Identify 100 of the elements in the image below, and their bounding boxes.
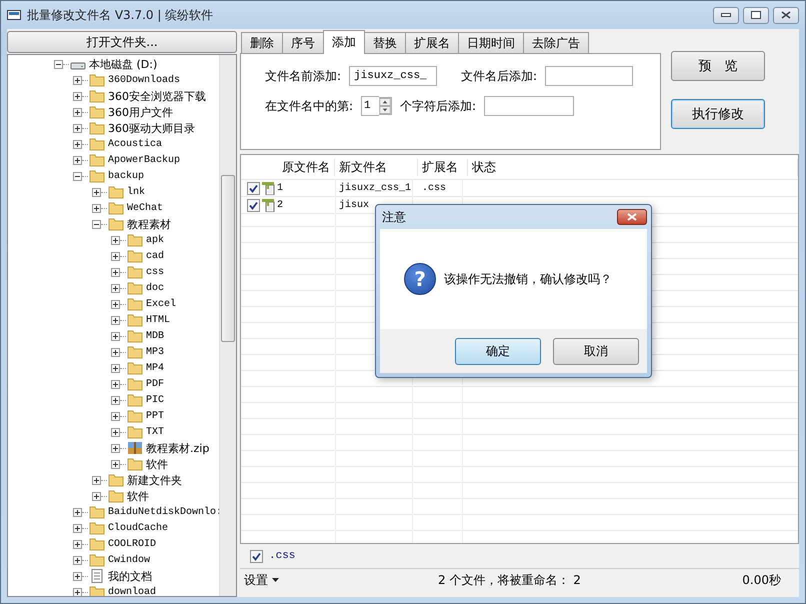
folder-icon [89, 537, 105, 551]
tree-item[interactable]: 新建文件夹 [127, 472, 182, 488]
collapse-icon[interactable] [92, 220, 101, 228]
expand-icon[interactable] [92, 492, 101, 500]
tree-item[interactable]: 360安全浏览器下载 [108, 88, 206, 104]
expand-icon[interactable] [111, 348, 120, 356]
action-button[interactable]: 执行修改 [671, 99, 765, 129]
settings-menu[interactable]: 设置 [244, 572, 279, 588]
tree-item[interactable]: CloudCache [108, 522, 168, 534]
expand-icon[interactable] [111, 300, 120, 308]
expand-icon[interactable] [111, 236, 120, 244]
expand-icon[interactable] [92, 188, 101, 196]
tree-item[interactable]: Cwindow [108, 554, 150, 566]
action-button[interactable]: 预 览 [671, 51, 765, 81]
insert-field[interactable] [484, 96, 574, 116]
expand-icon[interactable] [73, 588, 82, 596]
expand-icon[interactable] [111, 412, 120, 420]
checkbox[interactable] [247, 182, 260, 194]
maximize-button[interactable] [743, 6, 769, 24]
expand-icon[interactable] [111, 332, 120, 340]
close-button[interactable] [773, 6, 799, 24]
suffix-field[interactable] [545, 66, 634, 86]
expand-icon[interactable] [111, 380, 120, 388]
tree-item[interactable]: HTML [146, 314, 170, 326]
collapse-icon[interactable] [54, 60, 63, 68]
expand-icon[interactable] [73, 140, 82, 148]
expand-icon[interactable] [73, 76, 82, 84]
dialog-button[interactable]: 取消 [553, 338, 639, 364]
tree-item[interactable]: PDF [146, 378, 164, 390]
tree-item[interactable]: 教程素材.zip [146, 440, 210, 456]
scrollbar[interactable] [219, 55, 236, 596]
checkbox[interactable] [250, 550, 263, 562]
open-folder-button[interactable]: 打开文件夹... [7, 31, 237, 53]
tab[interactable]: 添加 [323, 30, 365, 54]
expand-icon[interactable] [73, 572, 82, 580]
tree-item[interactable]: 教程素材 [127, 216, 171, 232]
tab[interactable]: 日期时间 [458, 32, 524, 53]
expand-icon[interactable] [111, 428, 120, 436]
tab[interactable]: 替换 [364, 32, 406, 53]
tree-item[interactable]: MDB [146, 330, 164, 342]
expand-icon[interactable] [111, 316, 120, 324]
expand-icon[interactable] [111, 268, 120, 276]
minimize-button[interactable] [713, 6, 739, 24]
tree-item[interactable]: Acoustica [108, 138, 162, 150]
tree-item[interactable]: 我的文档 [108, 568, 152, 584]
tree-item[interactable]: COOLROID [108, 538, 156, 550]
tree-item[interactable]: cad [146, 250, 164, 262]
tree-item[interactable]: 360驱动大师目录 [108, 120, 195, 136]
tab[interactable]: 扩展名 [405, 32, 459, 53]
expand-icon[interactable] [73, 556, 82, 564]
expand-icon[interactable] [111, 252, 120, 260]
column-header[interactable]: 新文件名 [335, 158, 418, 176]
column-header[interactable]: 原文件名 [241, 158, 335, 176]
tree-item[interactable]: download [108, 586, 156, 596]
tab[interactable]: 序号 [282, 32, 324, 53]
tree-item[interactable]: ApowerBackup [108, 154, 180, 166]
column-header[interactable]: 扩展名 [418, 158, 468, 176]
tree-item[interactable]: lnk [127, 186, 146, 198]
column-header[interactable]: 状态 [468, 158, 798, 176]
expand-icon[interactable] [111, 364, 120, 372]
expand-icon[interactable] [92, 204, 101, 212]
tree-item[interactable]: doc [146, 282, 164, 294]
tree-item[interactable]: 360Downloads [108, 74, 180, 86]
tree-item[interactable]: backup [108, 170, 144, 182]
expand-icon[interactable] [73, 508, 82, 516]
folder-icon [127, 281, 143, 295]
expand-icon[interactable] [73, 540, 82, 548]
close-icon [627, 213, 637, 221]
expand-icon[interactable] [73, 108, 82, 116]
expand-icon[interactable] [111, 460, 120, 468]
collapse-icon[interactable] [73, 172, 82, 180]
tree-item[interactable]: MP4 [146, 362, 164, 374]
tree-item[interactable]: 360用户文件 [108, 104, 173, 120]
prefix-field[interactable]: jisuxz_css_ [349, 66, 438, 86]
tree-item[interactable]: apk [146, 234, 164, 246]
expand-icon[interactable] [111, 284, 120, 292]
tree-item[interactable]: WeChat [127, 202, 164, 214]
folder-icon [89, 553, 105, 567]
tree-item[interactable]: TXT [146, 426, 164, 438]
tree-item[interactable]: PIC [146, 394, 164, 406]
expand-icon[interactable] [92, 476, 101, 484]
tree-item[interactable]: 软件 [146, 456, 168, 472]
tab[interactable]: 删除 [241, 32, 283, 53]
tree-item[interactable]: PPT [146, 410, 164, 422]
expand-icon[interactable] [73, 92, 82, 100]
tree-item[interactable]: Excel [146, 298, 176, 310]
expand-icon[interactable] [73, 124, 82, 132]
tree-item[interactable]: 本地磁盘 (D:) [89, 56, 158, 72]
expand-icon[interactable] [73, 524, 82, 532]
expand-icon[interactable] [73, 156, 82, 164]
tab[interactable]: 去除广告 [523, 32, 589, 53]
tree-item[interactable]: css [146, 266, 164, 278]
tree-item[interactable]: 软件 [127, 488, 149, 504]
checkbox[interactable] [247, 198, 260, 212]
tree-item[interactable]: MP3 [146, 346, 164, 358]
close-button[interactable] [617, 209, 647, 225]
expand-icon[interactable] [111, 444, 120, 452]
folder-icon [108, 185, 124, 199]
dialog-button[interactable]: 确定 [455, 338, 541, 364]
expand-icon[interactable] [111, 396, 120, 404]
